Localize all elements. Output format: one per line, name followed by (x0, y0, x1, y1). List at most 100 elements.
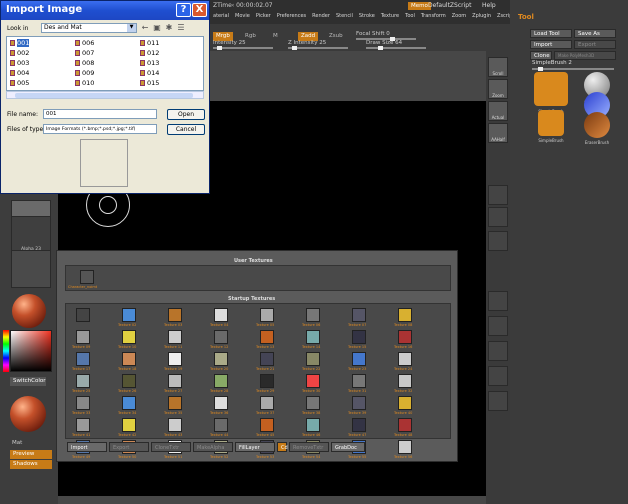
texture-thumb[interactable] (76, 396, 90, 410)
texture-thumb[interactable] (260, 352, 274, 366)
simple-brush-icon[interactable]: SimpleBrush (534, 72, 568, 114)
shelf-slot-7[interactable] (488, 366, 508, 386)
help-button[interactable]: Help (482, 2, 496, 9)
texture-thumb[interactable] (352, 374, 366, 388)
shelf-slot-3[interactable] (488, 231, 508, 251)
dialog-titlebar[interactable]: Import Image ? X (1, 1, 209, 20)
menu-stencil[interactable]: Stencil (336, 13, 353, 19)
texture-thumb[interactable] (260, 418, 274, 432)
close-icon[interactable]: X (192, 3, 207, 17)
file-item[interactable]: 011 (140, 39, 159, 47)
texture-thumb[interactable] (352, 418, 366, 432)
file-item[interactable]: 012 (140, 49, 159, 57)
eraser-brush-icon[interactable]: EraserBrush (584, 112, 610, 145)
texture-thumb[interactable] (398, 374, 412, 388)
texture-thumb[interactable] (260, 396, 274, 410)
texture-thumb[interactable] (214, 330, 228, 344)
texture-thumb[interactable] (398, 418, 412, 432)
help-icon[interactable]: ? (176, 3, 191, 17)
texture-thumb[interactable] (76, 330, 90, 344)
file-item[interactable]: 009 (75, 69, 94, 77)
z-intensity-slider[interactable] (288, 46, 348, 50)
texture-thumb[interactable] (168, 352, 182, 366)
make-alpha-button[interactable]: MakeAlpha (193, 442, 233, 452)
shelf-slot-1[interactable] (488, 185, 508, 205)
texture-thumb[interactable] (122, 330, 136, 344)
texture-thumb[interactable] (306, 418, 320, 432)
user-texture-thumb[interactable] (80, 270, 94, 284)
file-item[interactable]: 010 (75, 79, 94, 87)
texture-thumb[interactable] (168, 418, 182, 432)
shelf-slot-4[interactable] (488, 291, 508, 311)
texture-export-button[interactable]: Export (109, 442, 149, 452)
file-type-select[interactable]: Image Formats (*.bmp;*.psd;*.jpg;*.tif) (43, 124, 157, 134)
material-sphere-icon[interactable] (12, 294, 46, 328)
look-in-select[interactable]: Des and Mat ▼ (41, 23, 137, 33)
texture-thumb[interactable] (168, 374, 182, 388)
texture-thumb[interactable] (398, 352, 412, 366)
texture-thumb[interactable] (76, 418, 90, 432)
texture-thumb[interactable] (260, 374, 274, 388)
file-item[interactable]: 001 (10, 39, 30, 47)
file-name-input[interactable]: 001 (43, 109, 157, 119)
file-item[interactable]: 014 (140, 69, 159, 77)
menu-transform[interactable]: Transform (421, 13, 446, 19)
texture-thumb[interactable] (122, 308, 136, 322)
texture-thumb[interactable] (398, 308, 412, 322)
shelf-slot-6[interactable] (488, 341, 508, 361)
shadows-button[interactable]: Shadows (10, 460, 52, 469)
texture-thumb[interactable] (306, 396, 320, 410)
file-item[interactable]: 015 (140, 79, 159, 87)
open-button[interactable]: Open (167, 109, 205, 120)
clone-button[interactable]: Clone (530, 51, 552, 60)
file-item[interactable]: 008 (75, 59, 94, 67)
texture-thumb[interactable] (214, 396, 228, 410)
texture-thumb[interactable] (168, 396, 182, 410)
texture-thumb[interactable] (306, 308, 320, 322)
menu-material[interactable]: aterial (213, 13, 229, 19)
texture-thumb[interactable] (168, 330, 182, 344)
texture-thumb[interactable] (214, 374, 228, 388)
tool-slider[interactable] (532, 67, 614, 71)
texture-thumb[interactable] (168, 308, 182, 322)
texture-thumb[interactable] (260, 308, 274, 322)
texture-thumb[interactable] (398, 396, 412, 410)
switch-color-button[interactable]: SwitchColor (10, 377, 46, 386)
texture-swatch[interactable] (11, 250, 51, 288)
preview-button[interactable]: Preview (10, 450, 52, 459)
menu-texture[interactable]: Texture (381, 13, 399, 19)
scroll-button[interactable]: Scroll (488, 57, 508, 77)
chevron-down-icon[interactable]: ▼ (127, 24, 136, 32)
tool-title[interactable]: Tool (518, 13, 534, 21)
zoom-button[interactable]: Zoom (488, 79, 508, 99)
shelf-slot-8[interactable] (488, 391, 508, 411)
file-item[interactable]: 002 (10, 49, 29, 57)
texture-thumb[interactable] (352, 352, 366, 366)
tool-export-button[interactable]: Export (574, 40, 616, 49)
simple-brush-small-icon[interactable]: SimpleBrush (538, 110, 564, 143)
file-list[interactable]: 001 002 003 004 005 006 007 008 009 010 … (6, 36, 204, 91)
up-folder-icon[interactable]: ▣ (152, 23, 162, 33)
texture-thumb[interactable] (76, 352, 90, 366)
alpha-swatch[interactable]: Alpha 23 (11, 216, 51, 254)
tool-import-button[interactable]: Import (530, 40, 572, 49)
file-item[interactable]: 003 (10, 59, 29, 67)
file-item[interactable]: 006 (75, 39, 94, 47)
texture-thumb[interactable] (306, 330, 320, 344)
texture-thumb[interactable] (122, 418, 136, 432)
horizontal-scrollbar[interactable] (6, 91, 204, 99)
texture-thumb[interactable] (122, 352, 136, 366)
texture-thumb[interactable] (398, 330, 412, 344)
cancel-button[interactable]: Cancel (167, 124, 205, 135)
color-picker[interactable] (10, 330, 52, 372)
texture-thumb[interactable] (214, 352, 228, 366)
menu-tool[interactable]: Tool (405, 13, 415, 19)
texture-thumb[interactable] (260, 330, 274, 344)
back-icon[interactable]: ← (140, 23, 150, 33)
texture-thumb[interactable] (352, 396, 366, 410)
menu-picker[interactable]: Picker (256, 13, 271, 19)
scrollbar-thumb[interactable] (15, 93, 193, 98)
remove-texture-button[interactable]: RemoveTxtr (289, 442, 329, 452)
texture-thumb[interactable] (214, 308, 228, 322)
texture-thumb[interactable] (214, 418, 228, 432)
